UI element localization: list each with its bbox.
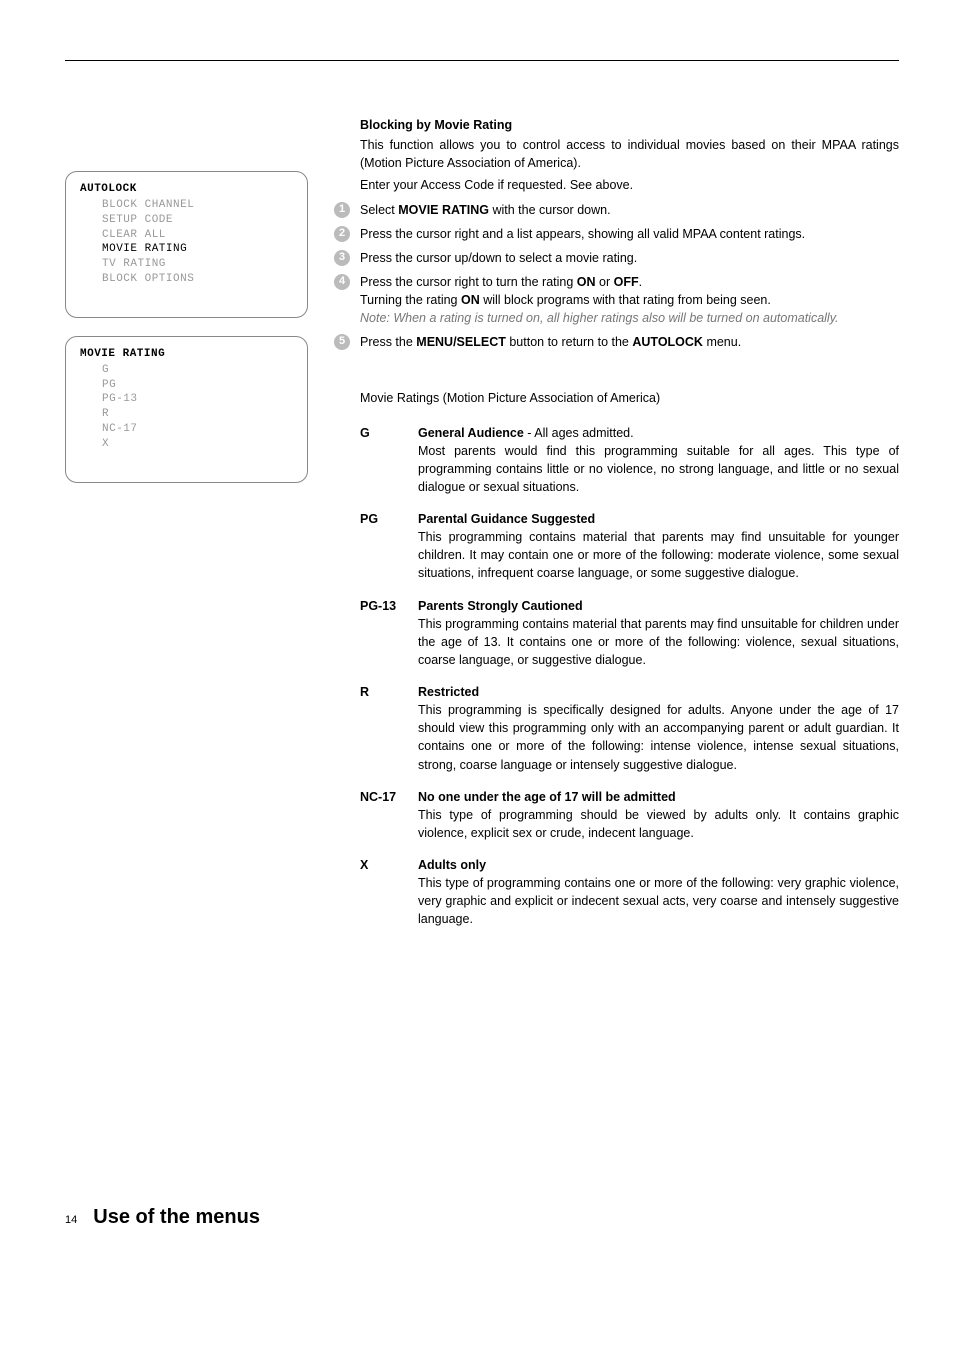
rating-body: Parental Guidance Suggested This program… [418, 510, 899, 583]
t: OFF [614, 275, 639, 289]
t: This programming contains material that … [418, 530, 899, 580]
step-3: 3 Press the cursor up/down to select a m… [334, 249, 899, 267]
t: AUTOLOCK [632, 335, 703, 349]
t: ON [461, 293, 480, 307]
rating-body: Parents Strongly Cautioned This programm… [418, 597, 899, 670]
t: button to return to the [506, 335, 632, 349]
t: will block programs with that rating fro… [480, 293, 771, 307]
t: This programming is specifically designe… [418, 703, 899, 771]
rating-nc17: NC-17 No one under the age of 17 will be… [360, 788, 899, 842]
t: Parental Guidance Suggested [418, 512, 595, 526]
menu-item: PG-13 [80, 392, 295, 407]
t: ON [577, 275, 596, 289]
rating-code: NC-17 [360, 788, 418, 842]
rating-body: Adults only This type of programming con… [418, 856, 899, 929]
t: Press the [360, 335, 416, 349]
t: . [639, 275, 642, 289]
rating-g: G General Audience - All ages admitted. … [360, 424, 899, 497]
step-note: Note: When a rating is turned on, all hi… [360, 311, 839, 325]
rating-body: Restricted This programming is specifica… [418, 683, 899, 774]
step-number-icon: 3 [334, 250, 350, 266]
menu-item: SETUP CODE [80, 213, 295, 228]
intro-2: Enter your Access Code if requested. See… [360, 176, 899, 194]
t: This type of programming should be viewe… [418, 808, 899, 840]
step-2: 2 Press the cursor right and a list appe… [334, 225, 899, 243]
menu-item: BLOCK CHANNEL [80, 198, 295, 213]
step-text: Press the MENU/SELECT button to return t… [360, 333, 899, 351]
t: Select [360, 203, 398, 217]
step-number-icon: 2 [334, 226, 350, 242]
t: This programming contains material that … [418, 617, 899, 667]
rating-pg13: PG-13 Parents Strongly Cautioned This pr… [360, 597, 899, 670]
top-rule [65, 60, 899, 61]
ratings-heading: Movie Ratings (Motion Picture Associatio… [360, 389, 899, 407]
menu-item: TV RATING [80, 257, 295, 272]
right-column: Blocking by Movie Rating This function a… [360, 116, 899, 943]
footer-title: Use of the menus [93, 1203, 260, 1232]
t: Adults only [418, 858, 486, 872]
t: No one under the age of 17 will be admit… [418, 790, 676, 804]
menu-item-active: MOVIE RATING [80, 242, 295, 257]
rating-r: R Restricted This programming is specifi… [360, 683, 899, 774]
t: - All ages admitted. [524, 426, 634, 440]
t: MENU/SELECT [416, 335, 506, 349]
menu-movie-rating-title: MOVIE RATING [80, 347, 295, 362]
step-4: 4 Press the cursor right to turn the rat… [334, 273, 899, 327]
t: Press the cursor right to turn the ratin… [360, 275, 577, 289]
rating-code: X [360, 856, 418, 929]
menu-movie-rating: MOVIE RATING G PG PG-13 R NC-17 X [65, 336, 308, 483]
rating-body: General Audience - All ages admitted. Mo… [418, 424, 899, 497]
menu-item: PG [80, 378, 295, 393]
rating-code: R [360, 683, 418, 774]
t: Most parents would find this programming… [418, 444, 899, 494]
menu-item: X [80, 437, 295, 452]
menu-item: R [80, 407, 295, 422]
menu-item: CLEAR ALL [80, 228, 295, 243]
step-number-icon: 5 [334, 334, 350, 350]
section-title: Blocking by Movie Rating [360, 116, 899, 134]
menu-autolock: AUTOLOCK BLOCK CHANNEL SETUP CODE CLEAR … [65, 171, 308, 318]
step-text: Press the cursor right to turn the ratin… [360, 273, 899, 327]
t: Restricted [418, 685, 479, 699]
rating-code: PG [360, 510, 418, 583]
t: MOVIE RATING [398, 203, 489, 217]
t: or [596, 275, 614, 289]
menu-item: BLOCK OPTIONS [80, 272, 295, 287]
step-number-icon: 4 [334, 274, 350, 290]
t: General Audience [418, 426, 524, 440]
t: Parents Strongly Cautioned [418, 599, 583, 613]
page-number: 14 [65, 1213, 77, 1229]
t: menu. [703, 335, 741, 349]
rating-code: G [360, 424, 418, 497]
rating-pg: PG Parental Guidance Suggested This prog… [360, 510, 899, 583]
menu-item: NC-17 [80, 422, 295, 437]
menu-item: G [80, 363, 295, 378]
rating-code: PG-13 [360, 597, 418, 670]
t: This type of programming contains one or… [418, 876, 899, 926]
step-text: Press the cursor right and a list appear… [360, 225, 899, 243]
step-text: Press the cursor up/down to select a mov… [360, 249, 899, 267]
step-1: 1 Select MOVIE RATING with the cursor do… [334, 201, 899, 219]
rating-x: X Adults only This type of programming c… [360, 856, 899, 929]
t: with the cursor down. [489, 203, 611, 217]
page-footer: 14 Use of the menus [65, 1203, 899, 1232]
t: Turning the rating [360, 293, 461, 307]
menu-autolock-title: AUTOLOCK [80, 182, 295, 197]
step-number-icon: 1 [334, 202, 350, 218]
left-column: AUTOLOCK BLOCK CHANNEL SETUP CODE CLEAR … [65, 116, 360, 501]
step-5: 5 Press the MENU/SELECT button to return… [334, 333, 899, 351]
rating-body: No one under the age of 17 will be admit… [418, 788, 899, 842]
intro-1: This function allows you to control acce… [360, 136, 899, 172]
step-text: Select MOVIE RATING with the cursor down… [360, 201, 899, 219]
